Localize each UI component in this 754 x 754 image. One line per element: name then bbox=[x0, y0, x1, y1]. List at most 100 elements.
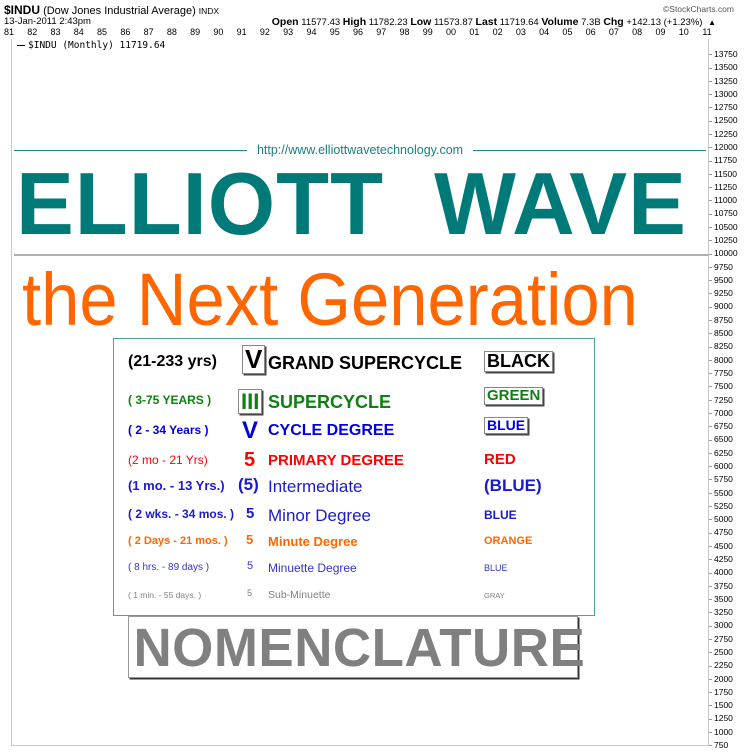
x-tick-label: 94 bbox=[306, 27, 317, 37]
y-tick-mark bbox=[709, 705, 712, 707]
y-tick-label: 11750 bbox=[714, 155, 738, 166]
y-tick: 13500 bbox=[709, 62, 738, 72]
y-tick-mark bbox=[709, 545, 712, 547]
y-tick: 8750 bbox=[709, 315, 733, 325]
y-tick: 10500 bbox=[709, 222, 738, 232]
color-name: GREEN bbox=[484, 387, 544, 405]
color-name: BLACK bbox=[484, 351, 553, 372]
y-tick-mark bbox=[709, 80, 712, 82]
y-tick: 4250 bbox=[709, 554, 733, 564]
y-tick: 7000 bbox=[709, 408, 733, 418]
wave-label: III bbox=[238, 389, 263, 415]
y-tick-mark bbox=[709, 665, 712, 667]
y-tick: 1000 bbox=[709, 727, 733, 737]
y-tick-label: 6250 bbox=[714, 447, 733, 458]
wave-label: 5 bbox=[246, 532, 254, 547]
color-name: BLUE bbox=[484, 508, 517, 522]
nomenclature-table: (21-233 yrs) V GRAND SUPERCYCLE BLACK( 3-75… bbox=[113, 338, 595, 616]
y-tick-label: 8250 bbox=[714, 341, 733, 352]
y-tick-label: 10500 bbox=[714, 221, 738, 232]
y-tick-label: 8500 bbox=[714, 328, 733, 339]
y-tick-label: 1750 bbox=[714, 686, 733, 697]
x-tick-label: 06 bbox=[585, 27, 596, 37]
y-tick-label: 8750 bbox=[714, 314, 733, 325]
y-tick-mark bbox=[709, 147, 712, 149]
x-tick-label: 99 bbox=[422, 27, 433, 37]
y-tick: 8500 bbox=[709, 328, 733, 338]
y-tick: 6500 bbox=[709, 434, 733, 444]
y-tick-label: 7750 bbox=[714, 367, 733, 378]
y-tick-mark bbox=[709, 160, 712, 162]
chart-title: $INDU (Dow Jones Industrial Average) IND… bbox=[4, 3, 219, 17]
y-tick-mark bbox=[709, 213, 712, 215]
y-tick-mark bbox=[709, 678, 712, 680]
y-tick-label: 9750 bbox=[714, 261, 733, 272]
url-rule-left bbox=[14, 149, 247, 151]
x-tick-label: 93 bbox=[283, 27, 294, 37]
exchange: INDX bbox=[198, 6, 220, 16]
degree-name: Minuette Degree bbox=[268, 561, 357, 575]
y-tick-mark bbox=[709, 306, 712, 308]
y-tick: 2250 bbox=[709, 660, 733, 670]
y-tick: 5250 bbox=[709, 501, 733, 511]
y-tick-label: 13250 bbox=[714, 75, 738, 86]
y-tick: 11000 bbox=[709, 195, 737, 205]
x-tick-label: 95 bbox=[329, 27, 340, 37]
y-tick: 11250 bbox=[709, 182, 737, 192]
y-tick: 4500 bbox=[709, 541, 733, 551]
y-tick-label: 10250 bbox=[714, 235, 738, 246]
y-tick-mark bbox=[709, 399, 712, 401]
color-name: GRAY bbox=[484, 591, 505, 600]
y-tick-mark bbox=[709, 333, 712, 335]
y-tick-mark bbox=[709, 652, 712, 654]
y-tick-mark bbox=[709, 599, 712, 601]
y-tick-label: 9250 bbox=[714, 288, 733, 299]
y-tick-mark bbox=[709, 359, 712, 361]
y-tick-mark bbox=[709, 187, 712, 189]
time-range: ( 3-75 YEARS ) bbox=[128, 393, 212, 407]
y-tick-label: 5750 bbox=[714, 474, 733, 485]
y-tick: 7250 bbox=[709, 395, 733, 405]
y-tick: 12750 bbox=[709, 102, 738, 112]
y-tick: 11750 bbox=[709, 155, 737, 165]
y-tick-label: 6750 bbox=[714, 421, 733, 432]
time-range: (2 mo - 21 Yrs) bbox=[128, 453, 208, 467]
x-tick-label: 86 bbox=[120, 27, 131, 37]
degree-name: Minute Degree bbox=[268, 534, 358, 549]
y-tick: 6000 bbox=[709, 461, 733, 471]
x-tick-label: 84 bbox=[73, 27, 84, 37]
y-tick-mark bbox=[709, 625, 712, 627]
y-tick: 8250 bbox=[709, 341, 733, 351]
y-tick-mark bbox=[709, 373, 712, 375]
y-tick: 2750 bbox=[709, 634, 733, 644]
y-tick-label: 6500 bbox=[714, 434, 733, 445]
x-tick-label: 96 bbox=[352, 27, 364, 37]
y-tick-mark bbox=[709, 519, 712, 521]
time-range: ( 8 hrs. - 89 days ) bbox=[128, 562, 210, 573]
x-tick-label: 00 bbox=[446, 27, 457, 37]
symbol: $INDU bbox=[4, 3, 41, 17]
wave-label: V bbox=[242, 417, 259, 444]
y-tick-label: 1500 bbox=[714, 700, 733, 711]
color-name: BLUE bbox=[484, 417, 529, 434]
degree-name: Minor Degree bbox=[268, 506, 371, 525]
y-tick-mark bbox=[709, 466, 712, 468]
y-tick: 4750 bbox=[709, 527, 733, 537]
degree-name: Intermediate bbox=[268, 477, 363, 496]
y-tick-label: 9000 bbox=[714, 301, 733, 312]
y-tick-mark bbox=[709, 253, 712, 255]
y-tick-label: 11000 bbox=[714, 195, 738, 206]
y-tick: 9750 bbox=[709, 262, 733, 272]
y-tick-label: 13750 bbox=[714, 49, 738, 59]
y-tick-mark bbox=[709, 506, 712, 508]
separator-line bbox=[14, 254, 709, 256]
x-tick-label: 07 bbox=[608, 27, 619, 37]
elliott-wave-title: ELLIOTT WAVE bbox=[16, 154, 687, 253]
y-tick-mark bbox=[709, 718, 712, 720]
wave-label: 5 bbox=[247, 560, 254, 572]
y-tick-label: 9500 bbox=[714, 274, 733, 285]
y-tick: 5750 bbox=[709, 474, 733, 484]
y-tick: 13750 bbox=[709, 49, 738, 59]
y-tick-label: 3750 bbox=[714, 580, 733, 591]
wave-label: 5 bbox=[247, 588, 253, 598]
